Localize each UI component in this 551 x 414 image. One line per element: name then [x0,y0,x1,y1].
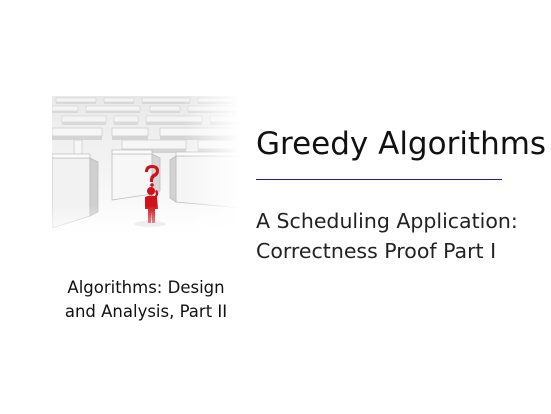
maze-figure-image [52,96,240,242]
slide: Algorithms: Design and Analysis, Part II… [0,0,551,414]
subtitle-line2: Correctness Proof Part I [256,239,497,263]
title-divider [256,179,502,180]
slide-subtitle: A Scheduling Application: Correctness Pr… [256,206,518,266]
slide-title: Greedy Algorithms [256,126,547,162]
subtitle-line1: A Scheduling Application: [256,209,518,233]
course-caption: Algorithms: Design and Analysis, Part II [40,276,252,324]
course-caption-line2: and Analysis, Part II [64,302,228,321]
course-caption-line1: Algorithms: Design [67,278,225,297]
